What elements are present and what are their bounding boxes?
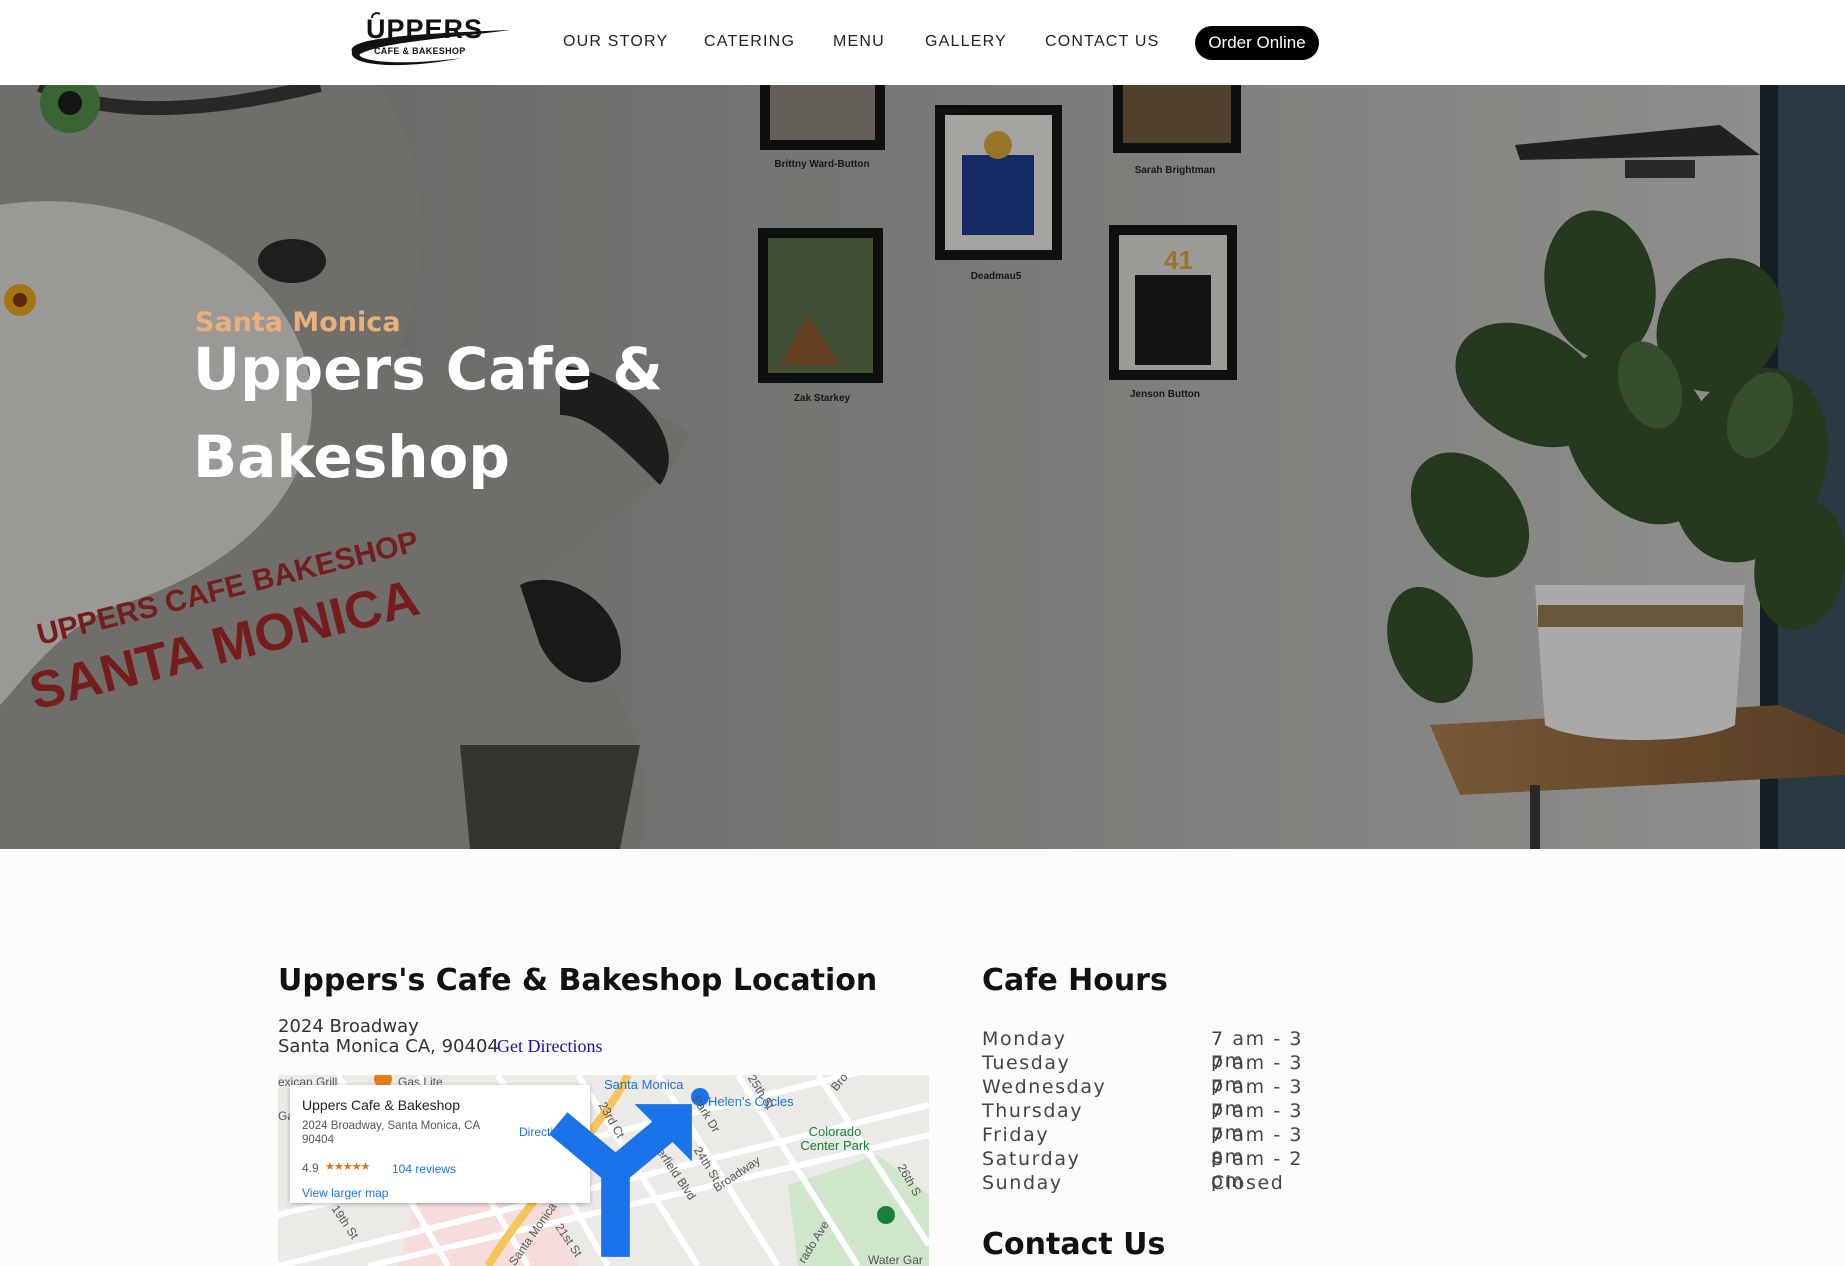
nav-gallery[interactable]: GALLERY bbox=[925, 33, 1007, 51]
location-title: Uppers's Cafe & Bakeshop Location bbox=[278, 963, 878, 998]
logo-wordmark: UPPERS bbox=[366, 14, 484, 44]
hero-banner: UPPERS CAFE BAKESHOP SANTA MONICA Brittn… bbox=[0, 85, 1845, 849]
contact-us-title: Contact Us bbox=[982, 1227, 1166, 1262]
site-header: UPPERS CAFE & BAKESHOP OUR STORY CATERIN… bbox=[0, 0, 1845, 85]
nav-menu[interactable]: MENU bbox=[833, 33, 885, 51]
hours-time: Closed bbox=[1211, 1172, 1285, 1194]
hours-day: Thursday bbox=[982, 1100, 1084, 1122]
cafe-hours-title: Cafe Hours bbox=[982, 963, 1168, 998]
nav-our-story[interactable]: OUR STORY bbox=[563, 33, 668, 51]
hours-row: Monday 7 am - 3 pm bbox=[982, 1028, 1342, 1072]
hours-row: Saturday 8 am - 2 pm bbox=[982, 1148, 1342, 1192]
hours-day: Saturday bbox=[982, 1148, 1081, 1170]
hours-day: Wednesday bbox=[982, 1076, 1107, 1098]
hours-row: Sunday Closed bbox=[982, 1172, 1342, 1196]
order-online-button[interactable]: Order Online bbox=[1195, 26, 1319, 60]
hours-day: Monday bbox=[982, 1028, 1067, 1050]
hero-title: Uppers Cafe & Bakeshop bbox=[193, 335, 663, 491]
hours-day: Friday bbox=[982, 1124, 1050, 1146]
map-directions-link[interactable]: Directions bbox=[519, 1125, 572, 1139]
nav-catering[interactable]: CATERING bbox=[704, 33, 795, 51]
hours-row: Wednesday 7 am - 3 pm bbox=[982, 1076, 1342, 1120]
nav-contact-us[interactable]: CONTACT US bbox=[1045, 33, 1160, 51]
hours-day: Sunday bbox=[982, 1172, 1063, 1194]
address-line-1: 2024 Broadway bbox=[278, 1016, 419, 1037]
hours-row: Tuesday 7 am - 3 pm bbox=[982, 1052, 1342, 1096]
get-directions-link[interactable]: Get Directions bbox=[497, 1036, 602, 1057]
logo-tagline: CAFE & BAKESHOP bbox=[374, 46, 466, 56]
hours-row: Thursday 7 am - 3 pm bbox=[982, 1100, 1342, 1144]
address-line-2: Santa Monica CA, 90404 bbox=[278, 1036, 499, 1057]
hours-day: Tuesday bbox=[982, 1052, 1071, 1074]
embedded-map[interactable]: exican Grill Gas Lite Santa Monica Helen… bbox=[278, 1075, 929, 1266]
site-logo[interactable]: UPPERS CAFE & BAKESHOP bbox=[342, 8, 518, 68]
directions-icon[interactable] bbox=[290, 1085, 929, 1266]
map-info-card: Uppers Cafe & Bakeshop 2024 Broadway, Sa… bbox=[290, 1085, 692, 1257]
hours-row: Friday 7 am - 3 pm bbox=[982, 1124, 1342, 1168]
